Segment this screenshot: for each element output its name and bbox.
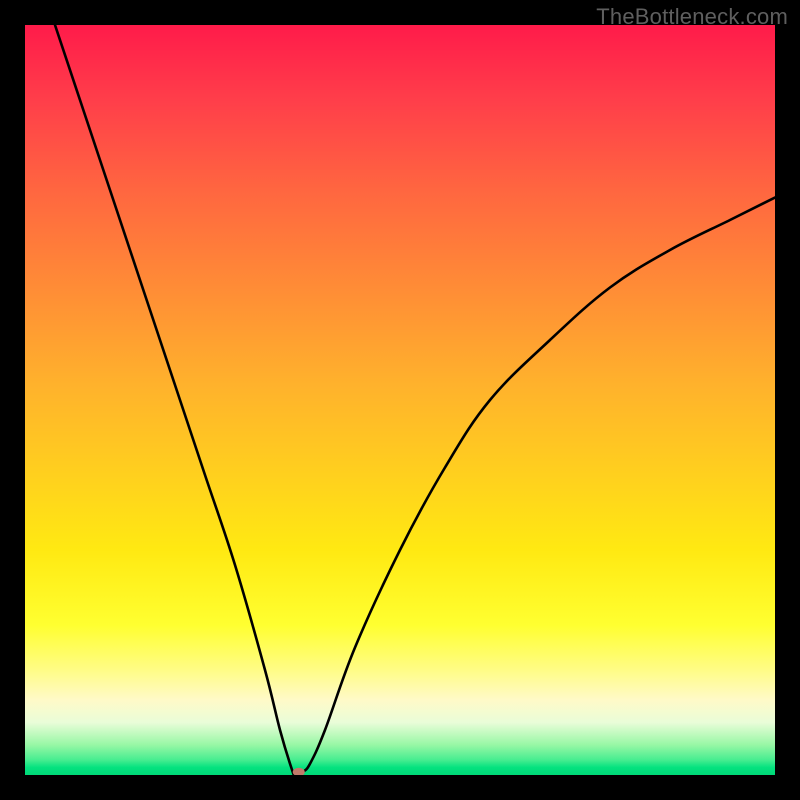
chart-frame: TheBottleneck.com [0, 0, 800, 800]
watermark-text: TheBottleneck.com [596, 4, 788, 30]
dip-marker [293, 768, 305, 775]
bottleneck-curve [55, 25, 775, 775]
curve-svg [25, 25, 775, 775]
plot-area [25, 25, 775, 775]
